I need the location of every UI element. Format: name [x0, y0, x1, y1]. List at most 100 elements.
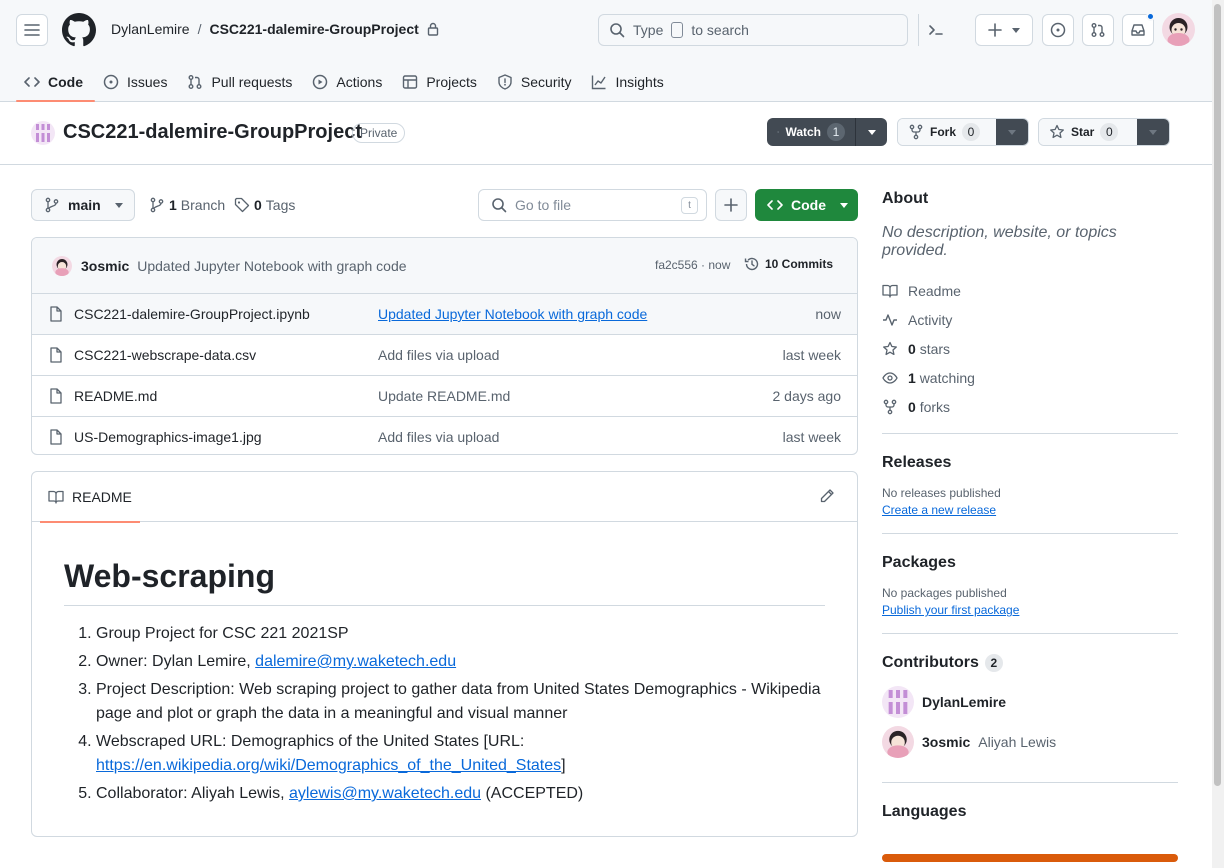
contributor-login: 3osmic — [922, 734, 971, 750]
collaborator-email-link[interactable]: aylewis@my.waketech.edu — [289, 785, 481, 802]
contributors-heading[interactable]: Contributors 2 — [882, 654, 1178, 672]
watch-dropdown-button[interactable] — [855, 118, 887, 146]
commits-label: 10 Commits — [765, 257, 834, 271]
file-date: 2 days ago — [772, 388, 842, 404]
readme-panel: README Web-scraping Group Project for CS… — [31, 471, 858, 837]
tags-link[interactable]: 0 Tags — [234, 197, 295, 213]
readme-link[interactable]: Readme — [882, 276, 1178, 305]
commit-message[interactable]: Updated Jupyter Notebook with graph code — [137, 258, 406, 274]
tab-label: Security — [520, 74, 572, 90]
issue-icon — [103, 74, 119, 90]
commit-author[interactable]: 3osmic — [81, 258, 129, 274]
owner-link[interactable]: DylanLemire — [111, 21, 190, 37]
fork-button[interactable]: Fork 0 — [898, 119, 997, 145]
forks-link[interactable]: 0 forks — [882, 392, 1178, 421]
github-logo-icon[interactable] — [62, 13, 96, 47]
file-name[interactable]: CSC221-webscrape-data.csv — [74, 347, 256, 363]
file-name[interactable]: CSC221-dalemire-GroupProject.ipynb — [74, 306, 310, 322]
file-name[interactable]: README.md — [74, 388, 157, 404]
command-palette-button[interactable] — [918, 14, 952, 46]
contributor-item[interactable]: DylanLemire — [882, 686, 1178, 718]
scrollbar-thumb[interactable] — [1214, 4, 1221, 786]
commits-link[interactable]: 10 Commits — [744, 256, 833, 272]
tab-label: Issues — [127, 74, 168, 90]
watching-count: 1 — [908, 369, 916, 386]
readme-tab[interactable]: README — [40, 472, 140, 523]
triangle-down-icon — [1008, 129, 1017, 135]
menu-button[interactable] — [16, 14, 48, 46]
branch-select-button[interactable]: main — [31, 189, 135, 221]
contributors-section: Contributors 2 DylanLemire 3osmic Aliyah … — [882, 633, 1178, 758]
pull-requests-button[interactable] — [1082, 14, 1114, 46]
avatar-image-icon — [882, 726, 914, 758]
star-button[interactable]: Star 0 — [1039, 119, 1138, 145]
activity-link[interactable]: Activity — [882, 305, 1178, 334]
git-branch-icon — [45, 197, 59, 213]
watch-button[interactable]: Watch 1 — [767, 118, 855, 146]
watching-link[interactable]: 1 watching — [882, 363, 1178, 392]
create-new-button[interactable] — [975, 14, 1033, 46]
file-row[interactable]: CSC221-webscrape-data.csv Add files via … — [32, 335, 857, 376]
wikipedia-url-link[interactable]: https://en.wikipedia.org/wiki/Demographi… — [96, 757, 561, 774]
avatar-image-icon — [52, 255, 72, 276]
shield-icon — [498, 74, 512, 90]
repo-name[interactable]: CSC221-dalemire-GroupProject — [63, 121, 362, 144]
activity-link-label: Activity — [908, 311, 953, 328]
code-button-label: Code — [791, 197, 826, 213]
releases-heading[interactable]: Releases — [882, 454, 1178, 472]
add-file-button[interactable] — [715, 189, 747, 221]
fork-count: 0 — [962, 123, 981, 141]
owner-email-link[interactable]: dalemire@my.waketech.edu — [255, 653, 456, 670]
commit-author-avatar[interactable] — [52, 255, 72, 276]
pulse-icon — [883, 313, 897, 326]
file-icon — [50, 306, 62, 322]
stars-link[interactable]: 0 stars — [882, 334, 1178, 363]
commit-sha[interactable]: fa2c556 · now — [655, 258, 730, 272]
publish-package-link[interactable]: Publish your first package — [882, 603, 1178, 617]
create-release-link[interactable]: Create a new release — [882, 503, 1178, 517]
tab-projects[interactable]: Projects — [394, 62, 489, 102]
tag-icon — [234, 197, 250, 213]
issues-button[interactable] — [1042, 14, 1074, 46]
code-dropdown-button[interactable]: Code — [755, 189, 858, 221]
file-name[interactable]: US-Demographics-image1.jpg — [74, 429, 262, 445]
file-commit-message[interactable]: Add files via upload — [378, 429, 499, 445]
search-prefix: Type — [633, 22, 664, 38]
branches-link[interactable]: 1 Branch — [149, 197, 225, 213]
star-button-group: Star 0 — [1038, 118, 1170, 146]
stars-count: 0 — [908, 340, 916, 357]
packages-heading[interactable]: Packages — [882, 554, 1178, 572]
contributor-item[interactable]: 3osmic Aliyah Lewis — [882, 726, 1178, 758]
breadcrumb-separator: / — [197, 21, 202, 37]
file-row[interactable]: US-Demographics-image1.jpg Add files via… — [32, 417, 857, 454]
file-date: last week — [782, 347, 841, 363]
file-row[interactable]: README.md Update README.md 2 days ago — [32, 376, 857, 417]
star-dropdown-button[interactable] — [1137, 119, 1169, 145]
tab-code[interactable]: Code — [16, 62, 95, 102]
readme-item-text: ] — [561, 757, 566, 774]
edit-readme-button[interactable] — [819, 488, 835, 507]
pencil-icon — [820, 489, 834, 503]
fork-button-group: Fork 0 — [897, 118, 1029, 146]
file-commit-message[interactable]: Update README.md — [378, 388, 510, 404]
go-to-file-input[interactable]: Go to file t — [478, 189, 707, 221]
global-search-input[interactable]: Type to search — [598, 14, 908, 46]
readme-item: Collaborator: Aliyah Lewis, aylewis@my.w… — [96, 782, 825, 806]
user-avatar[interactable] — [1162, 13, 1195, 46]
file-commit-message[interactable]: Add files via upload — [378, 347, 499, 363]
tab-security[interactable]: Security — [489, 62, 584, 102]
tab-actions[interactable]: Actions — [304, 62, 394, 102]
repo-forked-icon — [883, 399, 897, 414]
repo-forked-icon — [909, 124, 923, 140]
file-commit-message[interactable]: Updated Jupyter Notebook with graph code — [378, 306, 647, 322]
fork-dropdown-button[interactable] — [996, 119, 1028, 145]
file-row[interactable]: CSC221-dalemire-GroupProject.ipynb Updat… — [32, 294, 857, 335]
languages-section: Languages — [882, 782, 1178, 821]
repo-link[interactable]: CSC221-dalemire-GroupProject — [209, 21, 418, 37]
tab-issues[interactable]: Issues — [95, 62, 179, 102]
contributor-fullname: Aliyah Lewis — [978, 734, 1057, 750]
tags-label: Tags — [265, 197, 296, 213]
tab-insights[interactable]: Insights — [583, 62, 675, 102]
tab-label: Insights — [615, 74, 664, 90]
tab-pull-requests[interactable]: Pull requests — [179, 62, 304, 102]
